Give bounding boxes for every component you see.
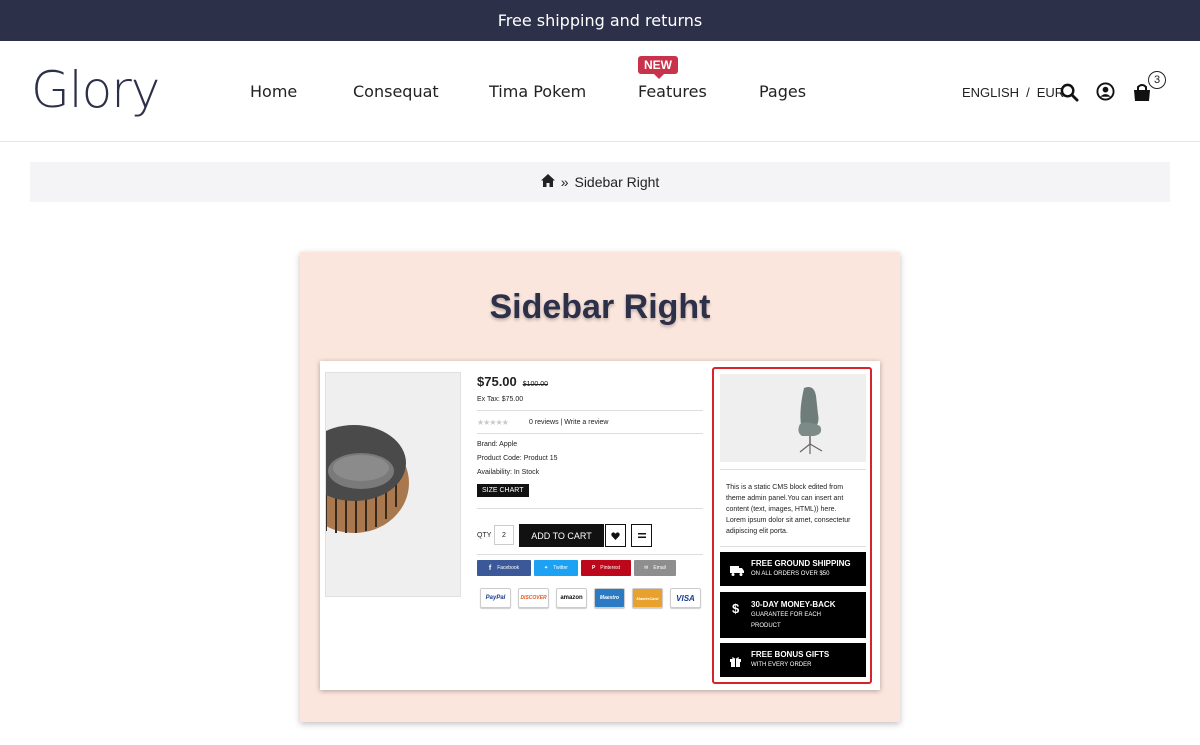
divider xyxy=(477,508,703,509)
reviews-link[interactable]: 0 reviews | Write a review xyxy=(529,419,609,426)
truck-icon xyxy=(730,563,744,581)
amazon-logo: amazon xyxy=(556,588,587,608)
divider xyxy=(477,410,703,411)
wishlist-heart-icon[interactable] xyxy=(605,524,626,547)
qty-label: QTY xyxy=(477,532,492,539)
breadcrumb: » Sidebar Right xyxy=(30,162,1170,202)
email-icon: ✉ xyxy=(644,565,649,571)
feature-subtitle: WITH EVERY ORDER xyxy=(751,662,812,668)
share-email-button[interactable]: ✉ Email xyxy=(634,560,676,576)
feature-money-back: $ 30-DAY MONEY-BACK GUARANTEE FOR EACH P… xyxy=(720,592,866,638)
sidebar-chair-image xyxy=(720,374,866,462)
site-header: Glory Home Consequat Tima Pokem Features… xyxy=(0,41,1200,142)
gift-icon xyxy=(730,654,741,672)
add-to-cart-button[interactable]: ADD TO CART xyxy=(519,524,604,547)
maestro-logo: Maestro xyxy=(594,588,625,608)
breadcrumb-current: Sidebar Right xyxy=(574,174,660,190)
pinterest-icon: P xyxy=(591,565,596,571)
layout-preview: $75.00 $100.00 Ex Tax: $75.00 ★★★★★ 0 re… xyxy=(320,361,880,690)
compare-icon[interactable] xyxy=(631,524,652,547)
feature-title: 30-DAY MONEY-BACK xyxy=(751,600,836,609)
new-badge: NEW xyxy=(638,56,678,79)
user-icon[interactable] xyxy=(1096,82,1115,106)
nav-home[interactable]: Home xyxy=(250,82,297,101)
nav-pages[interactable]: Pages xyxy=(759,82,806,101)
paypal-logo: PayPal xyxy=(480,588,511,608)
header-tools: ENGLISH / EUR xyxy=(962,85,1064,100)
quantity-input[interactable]: 2 xyxy=(494,525,514,545)
availability: Availability: In Stock xyxy=(477,469,540,476)
cart-icon[interactable] xyxy=(1132,83,1152,107)
feature-subtitle: ON ALL ORDERS OVER $50 xyxy=(751,571,830,577)
feature-subtitle-2: PRODUCT xyxy=(751,623,781,629)
product-image xyxy=(325,372,461,597)
divider xyxy=(477,433,703,434)
site-logo[interactable]: Glory xyxy=(31,61,160,119)
mastercard-logo: MasterCard xyxy=(632,588,663,608)
lang-currency-separator: / xyxy=(1026,85,1030,100)
discover-logo: DISCOVER xyxy=(518,588,549,608)
promo-text: Free shipping and returns xyxy=(497,11,703,30)
nav-tima-pokem[interactable]: Tima Pokem xyxy=(489,82,586,101)
share-pinterest-button[interactable]: P Pinterest xyxy=(581,560,631,576)
share-email-label: Email xyxy=(653,565,666,571)
card-title: Sidebar Right xyxy=(489,288,711,326)
search-icon[interactable] xyxy=(1060,83,1079,107)
layout-card[interactable]: Sidebar Right $75.00 $100.00 Ex Tax: $75… xyxy=(300,252,900,722)
feature-bonus-gifts: FREE BONUS GIFTS WITH EVERY ORDER xyxy=(720,643,866,677)
feature-title: FREE BONUS GIFTS xyxy=(751,650,830,659)
share-facebook-label: Facebook xyxy=(497,565,520,571)
visa-logo: VISA xyxy=(670,588,701,608)
product-price: $75.00 xyxy=(477,374,517,389)
divider xyxy=(477,554,703,555)
product-brand: Brand: Apple xyxy=(477,441,518,448)
share-facebook-button[interactable]: f Facebook xyxy=(477,560,531,576)
feature-subtitle: GUARANTEE FOR EACH xyxy=(751,612,822,618)
share-twitter-button[interactable]: ✦ Twitter xyxy=(534,560,578,576)
cms-block-text: This is a static CMS block edited from t… xyxy=(726,484,851,535)
share-twitter-label: Twitter xyxy=(553,565,568,571)
product-code: Product Code: Product 15 xyxy=(477,455,558,462)
twitter-icon: ✦ xyxy=(544,565,549,571)
language-selector[interactable]: ENGLISH xyxy=(962,85,1019,100)
rating-stars-icon: ★★★★★ xyxy=(477,418,509,427)
right-sidebar: This is a static CMS block edited from t… xyxy=(712,367,872,684)
ex-tax: Ex Tax: $75.00 xyxy=(477,396,524,403)
facebook-icon: f xyxy=(488,564,492,572)
size-chart-button[interactable]: SIZE CHART xyxy=(477,484,529,497)
breadcrumb-separator: » xyxy=(560,174,569,190)
dollar-icon: $ xyxy=(732,601,740,616)
cart-count-badge: 3 xyxy=(1148,71,1166,89)
nav-features[interactable]: Features xyxy=(638,82,707,101)
divider xyxy=(720,546,866,547)
divider xyxy=(720,469,866,470)
feature-free-shipping: FREE GROUND SHIPPING ON ALL ORDERS OVER … xyxy=(720,552,866,586)
feature-title: FREE GROUND SHIPPING xyxy=(751,559,851,568)
home-icon[interactable] xyxy=(540,174,555,190)
share-pinterest-label: Pinterest xyxy=(600,565,621,571)
top-promo-bar: Free shipping and returns xyxy=(0,0,1200,41)
nav-consequat[interactable]: Consequat xyxy=(353,82,439,101)
product-old-price: $100.00 xyxy=(522,381,549,388)
